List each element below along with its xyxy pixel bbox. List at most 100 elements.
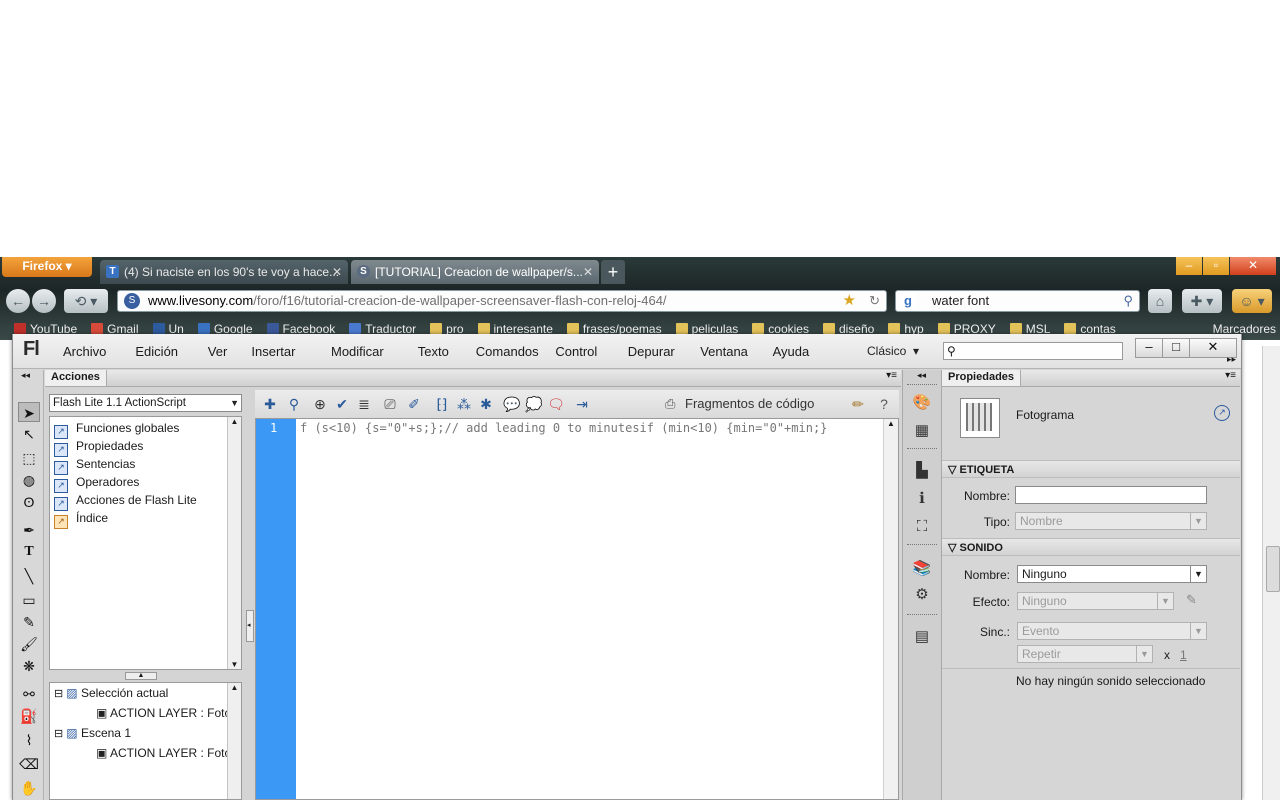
back-icon[interactable]: ← (6, 289, 30, 313)
menu-modificar[interactable]: Modificar (331, 344, 384, 359)
navigator-item[interactable]: ⊟ ▨ Selección actual (54, 683, 168, 703)
repeat-count-input[interactable]: 1 (1180, 648, 1187, 662)
menu-insertar[interactable]: Insertar (251, 344, 295, 359)
auto-format-icon[interactable]: ≣ (355, 395, 373, 413)
menu-comandos[interactable]: Comandos (476, 344, 539, 359)
transform-icon[interactable]: ⛶ (911, 516, 933, 538)
navigator-item[interactable]: ▣ ACTION LAYER : Fotog (96, 743, 238, 763)
menu-texto[interactable]: Texto (418, 344, 449, 359)
menu-ayuda[interactable]: Ayuda (773, 344, 810, 359)
search-icon[interactable]: ⚲ (1123, 291, 1133, 311)
sync-select[interactable]: Evento ▼ (1017, 622, 1207, 640)
sound-name-select[interactable]: Ninguno ▼ (1017, 565, 1207, 583)
close-window-button[interactable]: ✕ (1230, 257, 1276, 275)
sonido-section-header[interactable]: ▽ SONIDO (942, 538, 1240, 556)
repeat-select[interactable]: Repetir ▼ (1017, 645, 1153, 663)
color-palette-icon[interactable]: 🎨 (911, 392, 933, 414)
menu-control[interactable]: Control (555, 344, 597, 359)
etiqueta-section-header[interactable]: ▽ ETIQUETA (942, 460, 1240, 478)
panel-menu-icon[interactable]: ▾≡ (886, 370, 897, 381)
menu-depurar[interactable]: Depurar (628, 344, 675, 359)
toolbox-item[interactable]: ↗ Funciones globales (54, 419, 179, 439)
pane-splitter-handle[interactable]: ▲ (125, 672, 157, 680)
extension-icon[interactable]: ☺ ▾ (1232, 289, 1272, 313)
collapse-icon[interactable]: ⊟ (54, 688, 66, 700)
home-icon[interactable]: ⌂ (1148, 289, 1172, 313)
menu-archivo[interactable]: Archivo (63, 344, 106, 359)
subselection-tool-icon[interactable]: ↖ (18, 424, 40, 444)
help-search-input[interactable]: ⚲ (943, 342, 1123, 360)
app-maximize-button[interactable]: □ (1162, 338, 1190, 358)
tab-acciones[interactable]: Acciones (45, 370, 107, 386)
check-syntax-icon[interactable]: ✔ (333, 395, 351, 413)
effect-select[interactable]: Ninguno ▼ (1017, 592, 1174, 610)
panel-menu-icon[interactable]: ▾≡ (1225, 370, 1236, 381)
edit-link-icon[interactable]: ↗ (1214, 405, 1230, 421)
align-icon[interactable]: ▙ (911, 460, 933, 482)
apply-block-comment-icon[interactable]: 💬 (503, 395, 521, 413)
line-tool-icon[interactable]: ╲ (18, 566, 40, 586)
refresh-icon[interactable]: ↻ (869, 291, 880, 311)
text-tool-icon[interactable]: T (18, 542, 40, 562)
navigator-item[interactable]: ▣ ACTION LAYER : Fotog (96, 703, 238, 723)
collapse-icon[interactable]: ◂◂ (917, 370, 926, 381)
toolbox-item[interactable]: ↗ Índice (54, 509, 108, 529)
new-tab-button[interactable]: + (601, 260, 625, 284)
code-snippets-icon[interactable]: ⎙ (665, 396, 675, 412)
paint-bucket-tool-icon[interactable]: ⛽ (18, 706, 40, 726)
navigator-item[interactable]: ⊟ ▨ Escena 1 (54, 723, 131, 743)
toolbox-item[interactable]: ↗ Operadores (54, 473, 139, 493)
code-snippets-button[interactable]: Fragmentos de código (685, 396, 814, 411)
close-tab-icon[interactable]: ✕ (332, 260, 342, 284)
collapse-between-braces-icon[interactable]: ⁅⁆ (433, 395, 451, 413)
bookmark-star-icon[interactable]: ★ (843, 291, 856, 311)
selection-tool-icon[interactable]: ➤ (18, 402, 40, 422)
swatches-icon[interactable]: ▦ (911, 420, 933, 442)
minimize-window-button[interactable]: – (1176, 257, 1202, 275)
info-icon[interactable]: ℹ (911, 488, 933, 510)
pencil-tool-icon[interactable]: ✎ (18, 612, 40, 632)
rectangle-tool-icon[interactable]: ▭ (18, 590, 40, 610)
find-icon[interactable]: ⚲ (285, 395, 303, 413)
toolbox-item[interactable]: ↗ Propiedades (54, 437, 143, 457)
tab-propiedades[interactable]: Propiedades (942, 370, 1022, 386)
free-transform-tool-icon[interactable]: ⬚ (18, 448, 40, 468)
workspace-switcher[interactable]: Clásico ▾ (867, 344, 919, 358)
forward-icon[interactable]: → (32, 289, 56, 313)
debug-options-icon[interactable]: ✐ (405, 395, 423, 413)
show-hide-toolbox-icon[interactable]: ⇥ (573, 395, 591, 413)
motion-presets-icon[interactable]: ⚙ (911, 584, 933, 606)
reload-icon[interactable]: ⟲ ▾ (64, 289, 108, 313)
3d-rotation-tool-icon[interactable]: ◍ (18, 470, 40, 490)
addons-icon[interactable]: ✚ ▾ (1182, 289, 1222, 313)
bone-tool-icon[interactable]: ⚯ (18, 684, 40, 704)
library-icon[interactable]: 📚 (911, 558, 933, 580)
collapse-icon[interactable]: ◂◂ (21, 370, 30, 381)
menu-ventana[interactable]: Ventana (700, 344, 748, 359)
script-editor[interactable]: 1 f (s<10) {s="0"+s;};// add leading 0 t… (255, 418, 899, 800)
toolbox-scrollbar[interactable]: ▲ ▼ (227, 417, 241, 669)
edit-sound-envelope-icon[interactable]: ✎ (1186, 592, 1197, 608)
brush-tool-icon[interactable]: 🖌 (18, 634, 40, 654)
help-icon[interactable]: ? (875, 395, 893, 413)
browser-tab-1[interactable]: T (4) Si naciste en los 90's te voy a ha… (100, 260, 348, 284)
maximize-window-button[interactable]: ▫ (1203, 257, 1229, 275)
script-assist-icon[interactable]: ✏ (849, 395, 867, 413)
frame-name-input[interactable] (1015, 486, 1207, 504)
add-item-icon[interactable]: ✚ (261, 395, 279, 413)
hand-tool-icon[interactable]: ✋ (18, 778, 40, 798)
firefox-menu-button[interactable]: Firefox ▾ (2, 257, 92, 277)
app-minimize-button[interactable]: – (1135, 338, 1163, 358)
toolbox-item[interactable]: ↗ Sentencias (54, 455, 135, 475)
eraser-tool-icon[interactable]: ⌫ (18, 754, 40, 774)
editor-scrollbar[interactable]: ▲ (883, 419, 898, 799)
search-input[interactable]: water font (932, 293, 989, 308)
menu-ver[interactable]: Ver (208, 344, 228, 359)
collapse-selection-icon[interactable]: ⁂ (455, 395, 473, 413)
label-type-select[interactable]: Nombre ▼ (1015, 512, 1207, 530)
apply-line-comment-icon[interactable]: 💭 (525, 395, 543, 413)
url-bar[interactable]: S www.livesony.com/foro/f16/tutorial-cre… (117, 290, 887, 312)
lasso-tool-icon[interactable]: ʘ (18, 492, 40, 512)
pen-tool-icon[interactable]: ✒ (18, 520, 40, 540)
components-icon[interactable]: ▤ (911, 626, 933, 648)
